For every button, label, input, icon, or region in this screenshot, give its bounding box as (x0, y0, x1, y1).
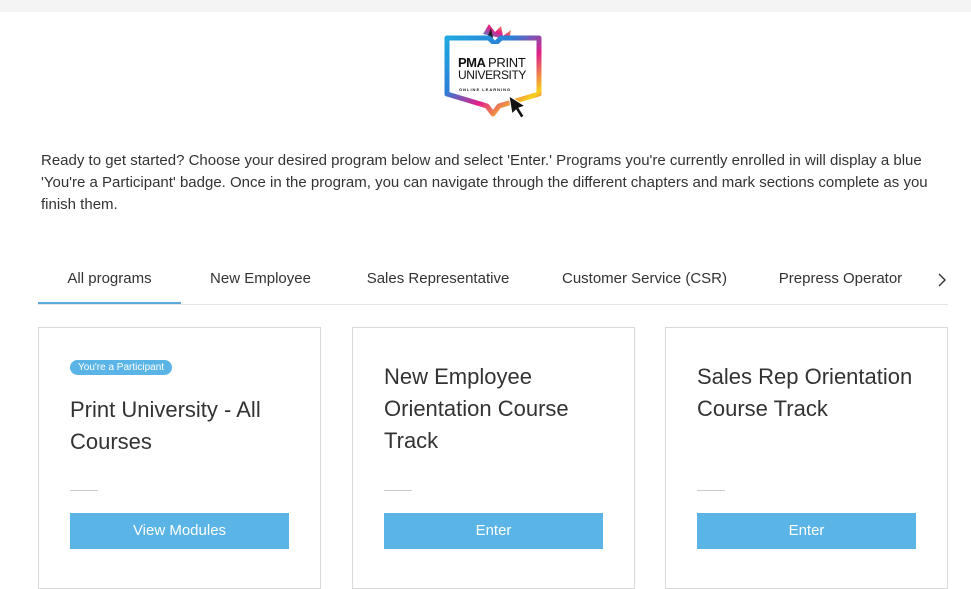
tab-label: Prepress Operator (778, 270, 903, 287)
logo-text-university: UNIVERSITY (458, 68, 527, 82)
program-card-sales-rep: Sales Rep Orientation Course Track Enter (665, 327, 948, 589)
tab-all-programs[interactable]: All programs (38, 256, 181, 304)
pma-print-university-logo[interactable]: PMA PRINT UNIVERSITY ONLINE LEARNING (443, 22, 543, 124)
tab-label: Customer Service (CSR) (561, 270, 728, 287)
tab-new-employee[interactable]: New Employee (198, 256, 323, 302)
tabs-next-button[interactable] (934, 256, 950, 302)
card-title[interactable]: New Employee Orientation Course Track (384, 361, 609, 457)
program-card-new-employee: New Employee Orientation Course Track En… (352, 327, 635, 589)
participant-badge: You're a Participant (70, 360, 173, 375)
tab-prepress-operator[interactable]: Prepress Operator (768, 256, 913, 302)
intro-paragraph: Ready to get started? Choose your desire… (41, 152, 928, 213)
card-divider (384, 490, 412, 491)
chevron-right-icon (938, 273, 946, 287)
card-divider (697, 490, 725, 491)
top-bar (0, 0, 971, 12)
view-modules-button[interactable]: View Modules (70, 513, 289, 549)
tab-label: All programs (67, 270, 152, 287)
card-title[interactable]: Sales Rep Orientation Course Track (697, 361, 922, 425)
program-card-all-courses: You're a Participant Print University - … (38, 327, 321, 589)
card-divider (70, 490, 98, 491)
tab-sales-representative[interactable]: Sales Representative (353, 256, 523, 302)
card-title[interactable]: Print University - All Courses (70, 394, 295, 458)
program-tabs: All programs New Employee Sales Represen… (38, 256, 948, 305)
tab-label: New Employee (210, 270, 311, 287)
tab-customer-service[interactable]: Customer Service (CSR) (551, 256, 738, 302)
tab-label: Sales Representative (366, 270, 510, 287)
logo-text-online-learning: ONLINE LEARNING (459, 87, 512, 92)
enter-button[interactable]: Enter (384, 513, 603, 549)
enter-button[interactable]: Enter (697, 513, 916, 549)
